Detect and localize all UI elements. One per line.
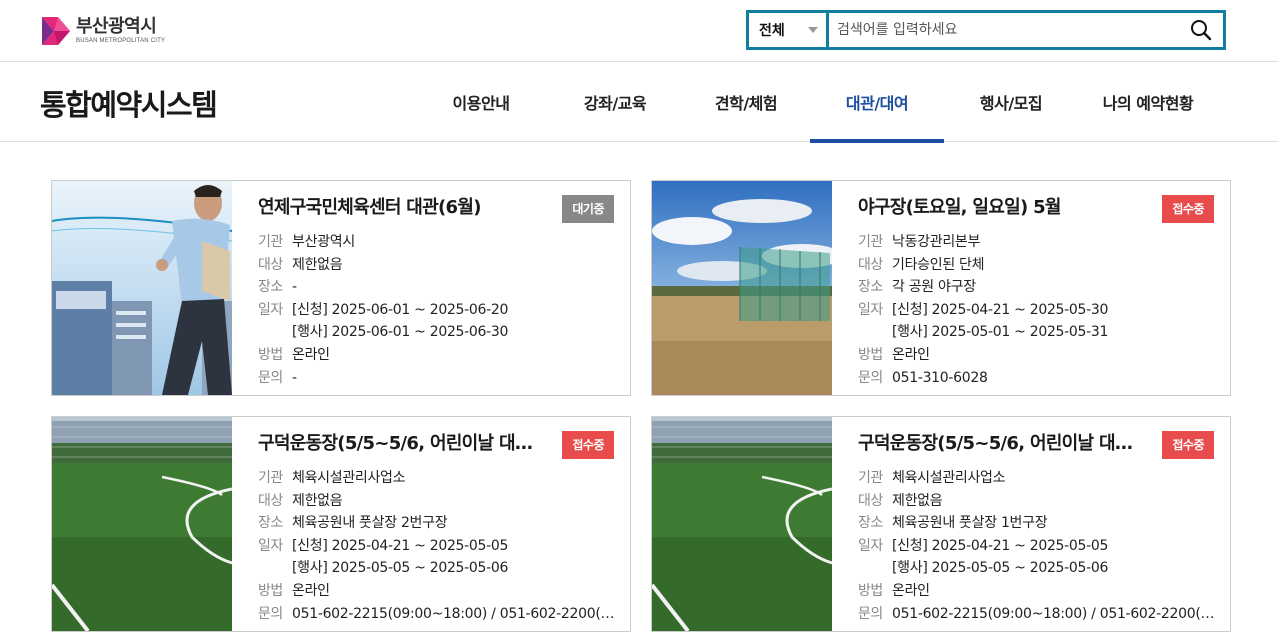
status-badge: 접수중	[1162, 431, 1214, 459]
rental-card[interactable]: 야구장(토요일, 일요일) 5월 기관 낙동강관리본부 대상 기타승인된 단체 장소…	[651, 180, 1231, 396]
nav-item-guide[interactable]: 이용안내	[414, 62, 548, 142]
card-info: 기관 체육시설관리사업소 대상 제한없음 장소 체육공원내 풋살장 1번구장 일자 [신…	[858, 467, 1218, 625]
rental-card[interactable]: 구덕운동장(5/5~5/6, 어린이날 대체공휴일) 기관 체육시설관리사업소 대…	[651, 416, 1231, 632]
search-button[interactable]	[1179, 13, 1223, 47]
card-title[interactable]: 구덕운동장(5/5~5/6, 어린이날 대체공휴일)	[258, 431, 540, 457]
label-org: 기관	[858, 234, 883, 250]
value-org: 부산광역시	[292, 234, 355, 250]
label-contact: 문의	[858, 605, 883, 622]
value-place: 각 공원 야구장	[892, 279, 976, 296]
main-nav: 이용안내 강좌/교육 견학/체험 대관/대여 행사/모집 나의 예약현황	[414, 62, 1218, 143]
status-badge: 접수중	[562, 431, 614, 459]
label-method: 방법	[258, 346, 283, 363]
card-image-fitness-center	[52, 181, 232, 395]
main-nav-bar: 통합예약시스템 이용안내 강좌/교육 견학/체험 대관/대여 행사/모집 나의 …	[0, 62, 1278, 143]
card-title[interactable]: 연제구국민체육센터 대관(6월)	[258, 195, 540, 221]
value-contact: -	[292, 369, 297, 386]
value-contact: 051-602-2215(09:00~18:00) / 051-602-2200…	[892, 605, 1218, 622]
label-target: 대상	[858, 256, 883, 273]
value-place: 체육공원내 풋살장 2번구장	[292, 515, 448, 532]
value-event-period: [행사] 2025-05-05 ~ 2025-05-06	[292, 560, 509, 577]
search-icon	[1191, 20, 1212, 41]
value-apply-period: [신청] 2025-04-21 ~ 2025-05-30	[892, 301, 1109, 318]
label-contact: 문의	[258, 605, 283, 622]
card-info: 기관 부산광역시 대상 제한없음 장소 - 일자 [신청] 2025-06-01 ~ 2…	[258, 231, 618, 389]
nav-item-tours[interactable]: 견학/체험	[682, 62, 810, 142]
card-image-futsal-field	[52, 417, 232, 631]
card-title[interactable]: 구덕운동장(5/5~5/6, 어린이날 대체공휴일)	[858, 431, 1140, 457]
busan-logo-mark-icon	[40, 15, 72, 47]
card-image-baseball-field	[652, 181, 832, 395]
value-apply-period: [신청] 2025-04-21 ~ 2025-05-05	[892, 537, 1109, 554]
label-place: 장소	[258, 515, 283, 532]
search-input[interactable]	[829, 13, 1179, 47]
value-target: 기타승인된 단체	[892, 256, 985, 273]
nav-item-events[interactable]: 행사/모집	[944, 62, 1078, 142]
label-contact: 문의	[258, 369, 283, 386]
value-target: 제한없음	[292, 492, 343, 509]
label-org: 기관	[858, 470, 883, 486]
label-target: 대상	[258, 256, 283, 273]
value-target: 제한없음	[292, 256, 343, 273]
label-method: 방법	[258, 582, 283, 599]
nav-item-my-reservations[interactable]: 나의 예약현황	[1078, 62, 1218, 142]
label-date: 일자	[258, 537, 283, 554]
value-org: 체육시설관리사업소	[892, 470, 1006, 486]
status-badge: 접수중	[1162, 195, 1214, 223]
label-place: 장소	[858, 279, 883, 296]
label-org: 기관	[258, 470, 283, 486]
label-contact: 문의	[858, 369, 883, 386]
label-target: 대상	[858, 492, 883, 509]
logo-subtitle: BUSAN METROPOLITAN CITY	[76, 38, 166, 44]
search-box: 전체	[746, 10, 1226, 50]
label-target: 대상	[258, 492, 283, 509]
value-method: 온라인	[892, 582, 930, 599]
card-title[interactable]: 야구장(토요일, 일요일) 5월	[858, 195, 1140, 221]
value-org: 체육시설관리사업소	[292, 470, 406, 486]
value-event-period: [행사] 2025-05-05 ~ 2025-05-06	[892, 560, 1109, 577]
value-target: 제한없음	[892, 492, 943, 509]
card-info: 기관 낙동강관리본부 대상 기타승인된 단체 장소 각 공원 야구장 일자 [신청] 2…	[858, 231, 1218, 389]
value-contact: 051-310-6028	[892, 369, 988, 386]
search-scope-value: 전체	[759, 23, 785, 39]
chevron-down-icon	[808, 27, 818, 33]
value-event-period: [행사] 2025-06-01 ~ 2025-06-30	[292, 324, 509, 341]
top-bar: 부산광역시 BUSAN METROPOLITAN CITY 전체	[0, 0, 1278, 62]
value-event-period: [행사] 2025-05-01 ~ 2025-05-31	[892, 324, 1109, 341]
value-place: -	[292, 279, 297, 296]
label-place: 장소	[858, 515, 883, 532]
search-scope-select[interactable]: 전체	[749, 13, 829, 47]
value-apply-period: [신청] 2025-04-21 ~ 2025-05-05	[292, 537, 509, 554]
value-place: 체육공원내 풋살장 1번구장	[892, 515, 1048, 532]
card-info: 기관 체육시설관리사업소 대상 제한없음 장소 체육공원내 풋살장 2번구장 일자 [신…	[258, 467, 618, 625]
logo-title: 부산광역시	[76, 16, 157, 37]
status-badge: 대기중	[562, 195, 614, 223]
label-method: 방법	[858, 346, 883, 363]
card-image-futsal-field	[652, 417, 832, 631]
site-title[interactable]: 통합예약시스템	[40, 82, 218, 124]
value-contact: 051-602-2215(09:00~18:00) / 051-602-2200…	[292, 605, 618, 622]
value-method: 온라인	[292, 582, 330, 599]
label-place: 장소	[258, 279, 283, 296]
label-date: 일자	[858, 301, 883, 318]
value-apply-period: [신청] 2025-06-01 ~ 2025-06-20	[292, 301, 509, 318]
label-date: 일자	[858, 537, 883, 554]
label-date: 일자	[258, 301, 283, 318]
nav-item-rental[interactable]: 대관/대여	[810, 62, 944, 143]
value-org: 낙동강관리본부	[892, 234, 981, 250]
busan-logo[interactable]: 부산광역시 BUSAN METROPOLITAN CITY	[40, 14, 165, 48]
label-method: 방법	[858, 582, 883, 599]
label-org: 기관	[258, 234, 283, 250]
nav-item-courses[interactable]: 강좌/교육	[548, 62, 682, 142]
rental-card[interactable]: 구덕운동장(5/5~5/6, 어린이날 대체공휴일) 기관 체육시설관리사업소 대…	[51, 416, 631, 632]
value-method: 온라인	[892, 346, 930, 363]
value-method: 온라인	[292, 346, 330, 363]
rental-card[interactable]: 연제구국민체육센터 대관(6월) 기관 부산광역시 대상 제한없음 장소 - 일자 [신…	[51, 180, 631, 396]
